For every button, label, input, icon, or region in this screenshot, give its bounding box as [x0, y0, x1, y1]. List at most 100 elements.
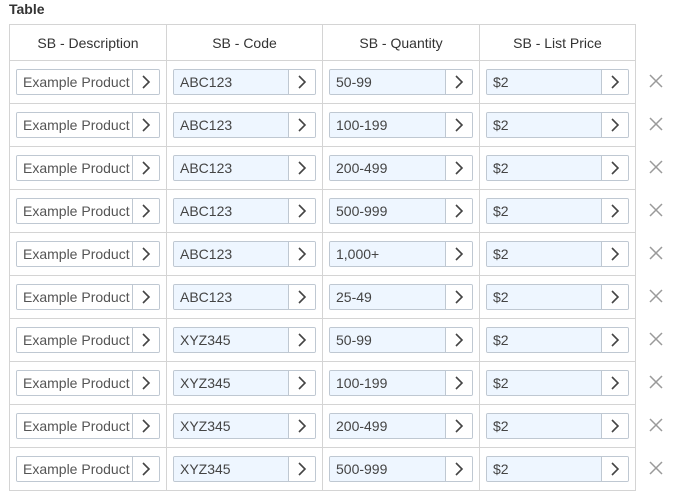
list-price-field[interactable]: $2 [486, 241, 629, 267]
chevron-right-icon[interactable] [288, 199, 315, 223]
list-price-field-value[interactable]: $2 [487, 242, 601, 266]
chevron-right-icon[interactable] [132, 414, 159, 438]
chevron-right-icon[interactable] [601, 199, 628, 223]
close-icon[interactable] [646, 329, 666, 349]
chevron-right-icon[interactable] [601, 70, 628, 94]
quantity-field[interactable]: 500-999 [329, 198, 473, 224]
chevron-right-icon[interactable] [132, 70, 159, 94]
list-price-field[interactable]: $2 [486, 456, 629, 482]
description-field-value[interactable]: Example Product [17, 414, 132, 438]
close-icon[interactable] [646, 200, 666, 220]
chevron-right-icon[interactable] [132, 242, 159, 266]
list-price-field[interactable]: $2 [486, 69, 629, 95]
code-field-value[interactable]: XYZ345 [174, 371, 288, 395]
chevron-right-icon[interactable] [132, 285, 159, 309]
chevron-right-icon[interactable] [601, 414, 628, 438]
list-price-field-value[interactable]: $2 [487, 328, 601, 352]
code-field[interactable]: ABC123 [173, 284, 316, 310]
code-field[interactable]: XYZ345 [173, 327, 316, 353]
description-field[interactable]: Example Product [16, 284, 160, 310]
description-field[interactable]: Example Product [16, 155, 160, 181]
description-field-value[interactable]: Example Product [17, 199, 132, 223]
quantity-field-value[interactable]: 200-499 [330, 414, 445, 438]
list-price-field-value[interactable]: $2 [487, 414, 601, 438]
close-icon[interactable] [646, 286, 666, 306]
code-field-value[interactable]: ABC123 [174, 242, 288, 266]
quantity-field[interactable]: 50-99 [329, 327, 473, 353]
description-field[interactable]: Example Product [16, 327, 160, 353]
quantity-field-value[interactable]: 500-999 [330, 457, 445, 481]
quantity-field-value[interactable]: 25-49 [330, 285, 445, 309]
close-icon[interactable] [646, 157, 666, 177]
list-price-field[interactable]: $2 [486, 370, 629, 396]
list-price-field-value[interactable]: $2 [487, 156, 601, 180]
description-field[interactable]: Example Product [16, 413, 160, 439]
code-field[interactable]: XYZ345 [173, 456, 316, 482]
description-field-value[interactable]: Example Product [17, 371, 132, 395]
quantity-field-value[interactable]: 500-999 [330, 199, 445, 223]
chevron-right-icon[interactable] [601, 328, 628, 352]
list-price-field-value[interactable]: $2 [487, 199, 601, 223]
list-price-field-value[interactable]: $2 [487, 113, 601, 137]
chevron-right-icon[interactable] [288, 414, 315, 438]
chevron-right-icon[interactable] [132, 328, 159, 352]
chevron-right-icon[interactable] [288, 70, 315, 94]
list-price-field[interactable]: $2 [486, 198, 629, 224]
chevron-right-icon[interactable] [601, 371, 628, 395]
quantity-field-value[interactable]: 200-499 [330, 156, 445, 180]
chevron-right-icon[interactable] [288, 113, 315, 137]
quantity-field[interactable]: 100-199 [329, 370, 473, 396]
chevron-right-icon[interactable] [288, 328, 315, 352]
quantity-field-value[interactable]: 100-199 [330, 113, 445, 137]
description-field-value[interactable]: Example Product [17, 328, 132, 352]
close-icon[interactable] [646, 458, 666, 478]
chevron-right-icon[interactable] [132, 113, 159, 137]
chevron-right-icon[interactable] [445, 199, 472, 223]
close-icon[interactable] [646, 415, 666, 435]
close-icon[interactable] [646, 243, 666, 263]
quantity-field-value[interactable]: 100-199 [330, 371, 445, 395]
quantity-field[interactable]: 200-499 [329, 155, 473, 181]
chevron-right-icon[interactable] [288, 156, 315, 180]
chevron-right-icon[interactable] [601, 457, 628, 481]
quantity-field[interactable]: 200-499 [329, 413, 473, 439]
chevron-right-icon[interactable] [445, 414, 472, 438]
quantity-field[interactable]: 100-199 [329, 112, 473, 138]
list-price-field-value[interactable]: $2 [487, 371, 601, 395]
quantity-field[interactable]: 50-99 [329, 69, 473, 95]
list-price-field-value[interactable]: $2 [487, 285, 601, 309]
code-field[interactable]: ABC123 [173, 155, 316, 181]
chevron-right-icon[interactable] [288, 242, 315, 266]
code-field-value[interactable]: ABC123 [174, 285, 288, 309]
code-field[interactable]: XYZ345 [173, 370, 316, 396]
chevron-right-icon[interactable] [445, 371, 472, 395]
close-icon[interactable] [646, 372, 666, 392]
description-field-value[interactable]: Example Product [17, 70, 132, 94]
code-field-value[interactable]: XYZ345 [174, 328, 288, 352]
description-field[interactable]: Example Product [16, 241, 160, 267]
list-price-field[interactable]: $2 [486, 327, 629, 353]
description-field[interactable]: Example Product [16, 69, 160, 95]
code-field-value[interactable]: ABC123 [174, 113, 288, 137]
chevron-right-icon[interactable] [288, 457, 315, 481]
chevron-right-icon[interactable] [288, 285, 315, 309]
close-icon[interactable] [646, 71, 666, 91]
description-field-value[interactable]: Example Product [17, 242, 132, 266]
list-price-field[interactable]: $2 [486, 155, 629, 181]
chevron-right-icon[interactable] [445, 156, 472, 180]
description-field[interactable]: Example Product [16, 370, 160, 396]
quantity-field-value[interactable]: 1,000+ [330, 242, 445, 266]
description-field[interactable]: Example Product [16, 456, 160, 482]
description-field-value[interactable]: Example Product [17, 285, 132, 309]
chevron-right-icon[interactable] [601, 113, 628, 137]
chevron-right-icon[interactable] [601, 156, 628, 180]
list-price-field-value[interactable]: $2 [487, 70, 601, 94]
chevron-right-icon[interactable] [445, 328, 472, 352]
code-field-value[interactable]: ABC123 [174, 199, 288, 223]
code-field-value[interactable]: ABC123 [174, 70, 288, 94]
chevron-right-icon[interactable] [445, 457, 472, 481]
chevron-right-icon[interactable] [132, 156, 159, 180]
code-field[interactable]: ABC123 [173, 198, 316, 224]
chevron-right-icon[interactable] [288, 371, 315, 395]
code-field[interactable]: ABC123 [173, 241, 316, 267]
